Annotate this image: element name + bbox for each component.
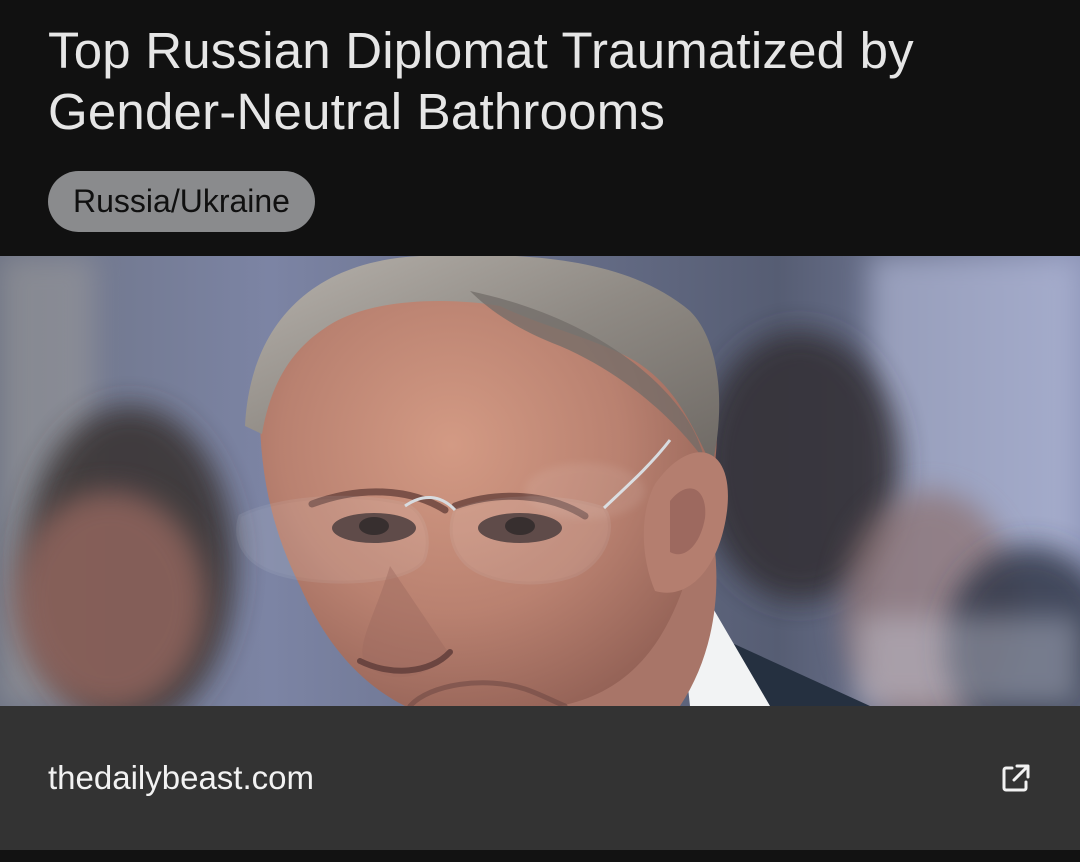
article-title[interactable]: Top Russian Diplomat Traumatized by Gend… (48, 20, 1038, 142)
article-image[interactable] (0, 256, 1080, 706)
external-link-icon[interactable] (996, 760, 1034, 798)
portrait-photo (0, 256, 1080, 706)
source-domain[interactable]: thedailybeast.com (48, 758, 314, 798)
link-preview-card[interactable]: Top Russian Diplomat Traumatized by Gend… (0, 0, 1080, 862)
category-tag[interactable]: Russia/Ukraine (48, 171, 315, 232)
card-footer: thedailybeast.com (0, 706, 1080, 850)
bottom-divider (0, 850, 1080, 862)
card-header: Top Russian Diplomat Traumatized by Gend… (0, 0, 1080, 256)
